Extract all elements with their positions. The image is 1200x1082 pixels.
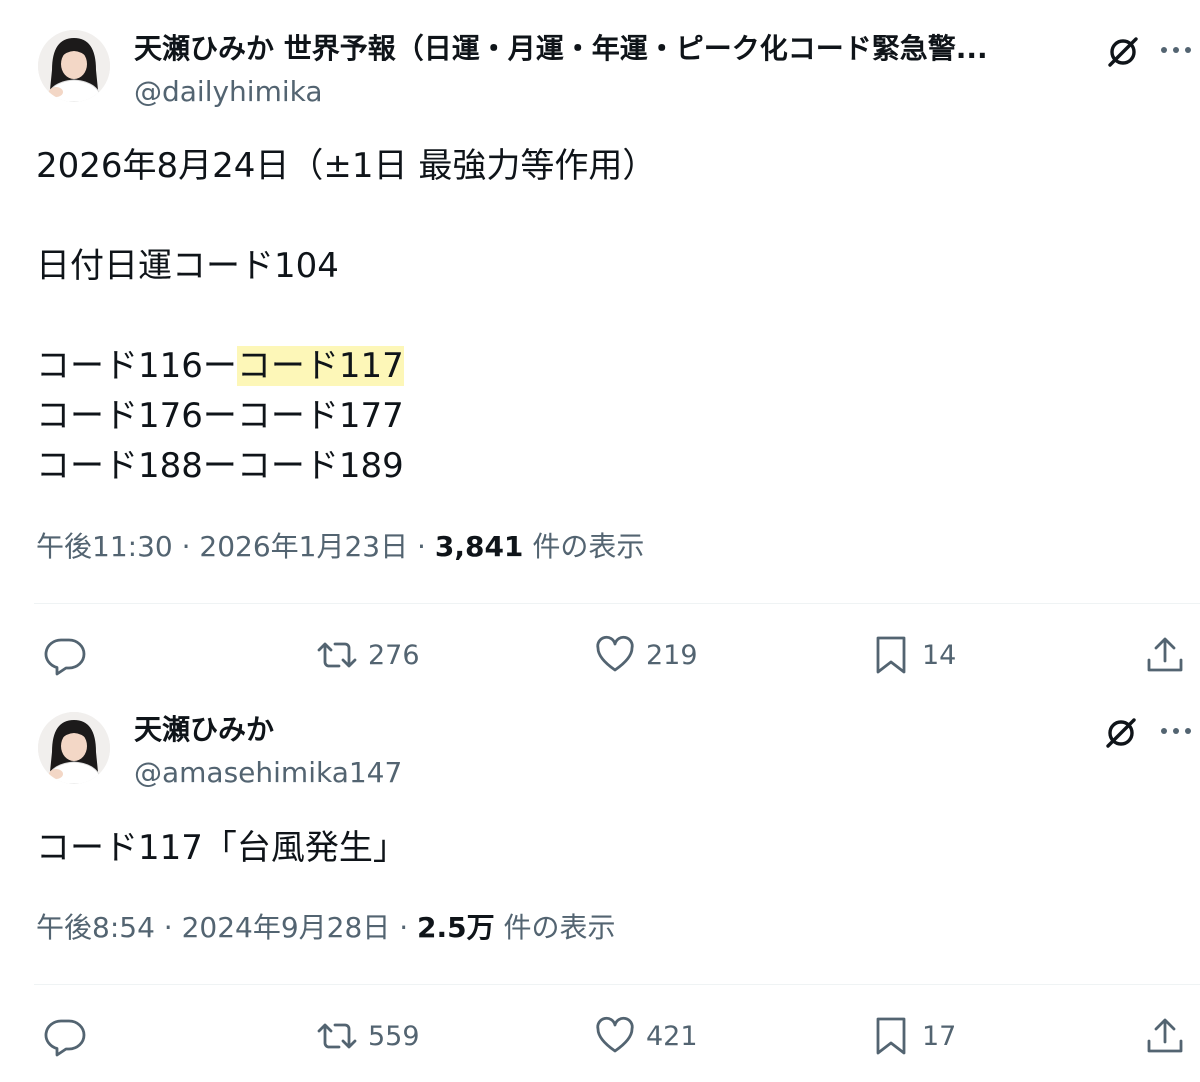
bookmark-icon bbox=[876, 1017, 906, 1055]
text-line: 2026年8月24日（±1日 最強力等作用） bbox=[36, 146, 657, 186]
like-count: 421 bbox=[646, 1020, 698, 1052]
text-line: コード188ーコード189 bbox=[36, 446, 404, 486]
tweet-quoted: 天瀬ひみか @amasehimika147 コード117「台風発生」 午後8:5… bbox=[0, 700, 1200, 1082]
avatar-photo-icon bbox=[38, 712, 110, 784]
tweet-text: 2026年8月24日（±1日 最強力等作用） 日付日運コード104 コード116… bbox=[36, 141, 656, 491]
display-name[interactable]: 天瀬ひみか 世界予報（日運・月運・年運・ピーク化コード緊急警... bbox=[134, 31, 1074, 67]
tweet-meta: 午後8:54 · 2024年9月28日 · 2.5万 件の表示 bbox=[36, 910, 616, 946]
action-bar: 276 219 14 bbox=[0, 630, 1200, 680]
text-line: 日付日運コード104 bbox=[36, 246, 339, 286]
tweet-date[interactable]: 2026年1月23日 bbox=[199, 530, 408, 563]
like-icon bbox=[596, 635, 634, 672]
text-line: コード116ーコード117 bbox=[36, 341, 656, 391]
share-icon bbox=[1147, 1018, 1183, 1053]
bookmark-count: 14 bbox=[922, 639, 957, 671]
view-count[interactable]: 3,841 bbox=[435, 530, 524, 563]
grok-icon[interactable] bbox=[1101, 713, 1141, 753]
highlighted-text: コード117 bbox=[236, 346, 404, 386]
tweet-date[interactable]: 2024年9月28日 bbox=[182, 911, 391, 944]
text-segment: コード116ー bbox=[36, 346, 237, 386]
tweet-meta: 午後11:30 · 2026年1月23日 · 3,841 件の表示 bbox=[36, 529, 644, 565]
like-count: 219 bbox=[646, 639, 698, 671]
meta-separator: · bbox=[181, 530, 191, 563]
meta-separator: · bbox=[417, 530, 426, 563]
share-button[interactable] bbox=[1144, 1011, 1186, 1061]
text-line: コード176ーコード177 bbox=[36, 396, 404, 436]
share-button[interactable] bbox=[1144, 630, 1186, 680]
display-name[interactable]: 天瀬ひみか bbox=[134, 712, 634, 748]
bookmark-icon bbox=[876, 636, 906, 674]
view-count[interactable]: 2.5万 bbox=[417, 911, 495, 944]
user-handle[interactable]: @dailyhimika bbox=[134, 74, 323, 110]
view-label: 件の表示 bbox=[532, 530, 645, 563]
action-bar: 559 421 17 bbox=[0, 1011, 1200, 1061]
like-button[interactable]: 421 bbox=[594, 1011, 698, 1061]
reply-button[interactable] bbox=[44, 1011, 86, 1061]
retweet-button[interactable]: 276 bbox=[316, 630, 420, 680]
tweet-time[interactable]: 午後8:54 bbox=[36, 911, 155, 944]
reply-icon bbox=[44, 1019, 86, 1057]
like-icon bbox=[596, 1016, 634, 1053]
user-handle[interactable]: @amasehimika147 bbox=[134, 755, 402, 791]
retweet-icon bbox=[317, 1023, 357, 1049]
retweet-button[interactable]: 559 bbox=[316, 1011, 420, 1061]
avatar-photo-icon bbox=[38, 30, 110, 102]
bookmark-count: 17 bbox=[922, 1020, 957, 1052]
retweet-icon bbox=[317, 642, 357, 668]
tweet-text: コード117「台風発生」 bbox=[36, 823, 407, 873]
retweet-count: 559 bbox=[368, 1020, 420, 1052]
text-line: コード117「台風発生」 bbox=[36, 828, 407, 868]
tweet-main: 天瀬ひみか 世界予報（日運・月運・年運・ピーク化コード緊急警... @daily… bbox=[0, 0, 1200, 700]
meta-separator: · bbox=[163, 911, 173, 944]
reply-button[interactable] bbox=[44, 630, 86, 680]
avatar[interactable] bbox=[38, 30, 110, 102]
retweet-count: 276 bbox=[368, 639, 420, 671]
avatar[interactable] bbox=[38, 712, 110, 784]
view-label: 件の表示 bbox=[503, 911, 616, 944]
meta-separator: · bbox=[399, 911, 409, 944]
grok-icon[interactable] bbox=[1103, 32, 1143, 72]
reply-icon bbox=[44, 638, 86, 676]
divider bbox=[34, 603, 1200, 604]
more-icon[interactable] bbox=[1156, 711, 1196, 751]
like-button[interactable]: 219 bbox=[594, 630, 698, 680]
share-icon bbox=[1147, 637, 1183, 672]
bookmark-button[interactable]: 14 bbox=[870, 630, 956, 680]
bookmark-button[interactable]: 17 bbox=[870, 1011, 956, 1061]
more-icon[interactable] bbox=[1156, 30, 1196, 70]
tweet-time[interactable]: 午後11:30 bbox=[36, 530, 173, 563]
divider bbox=[34, 984, 1200, 985]
